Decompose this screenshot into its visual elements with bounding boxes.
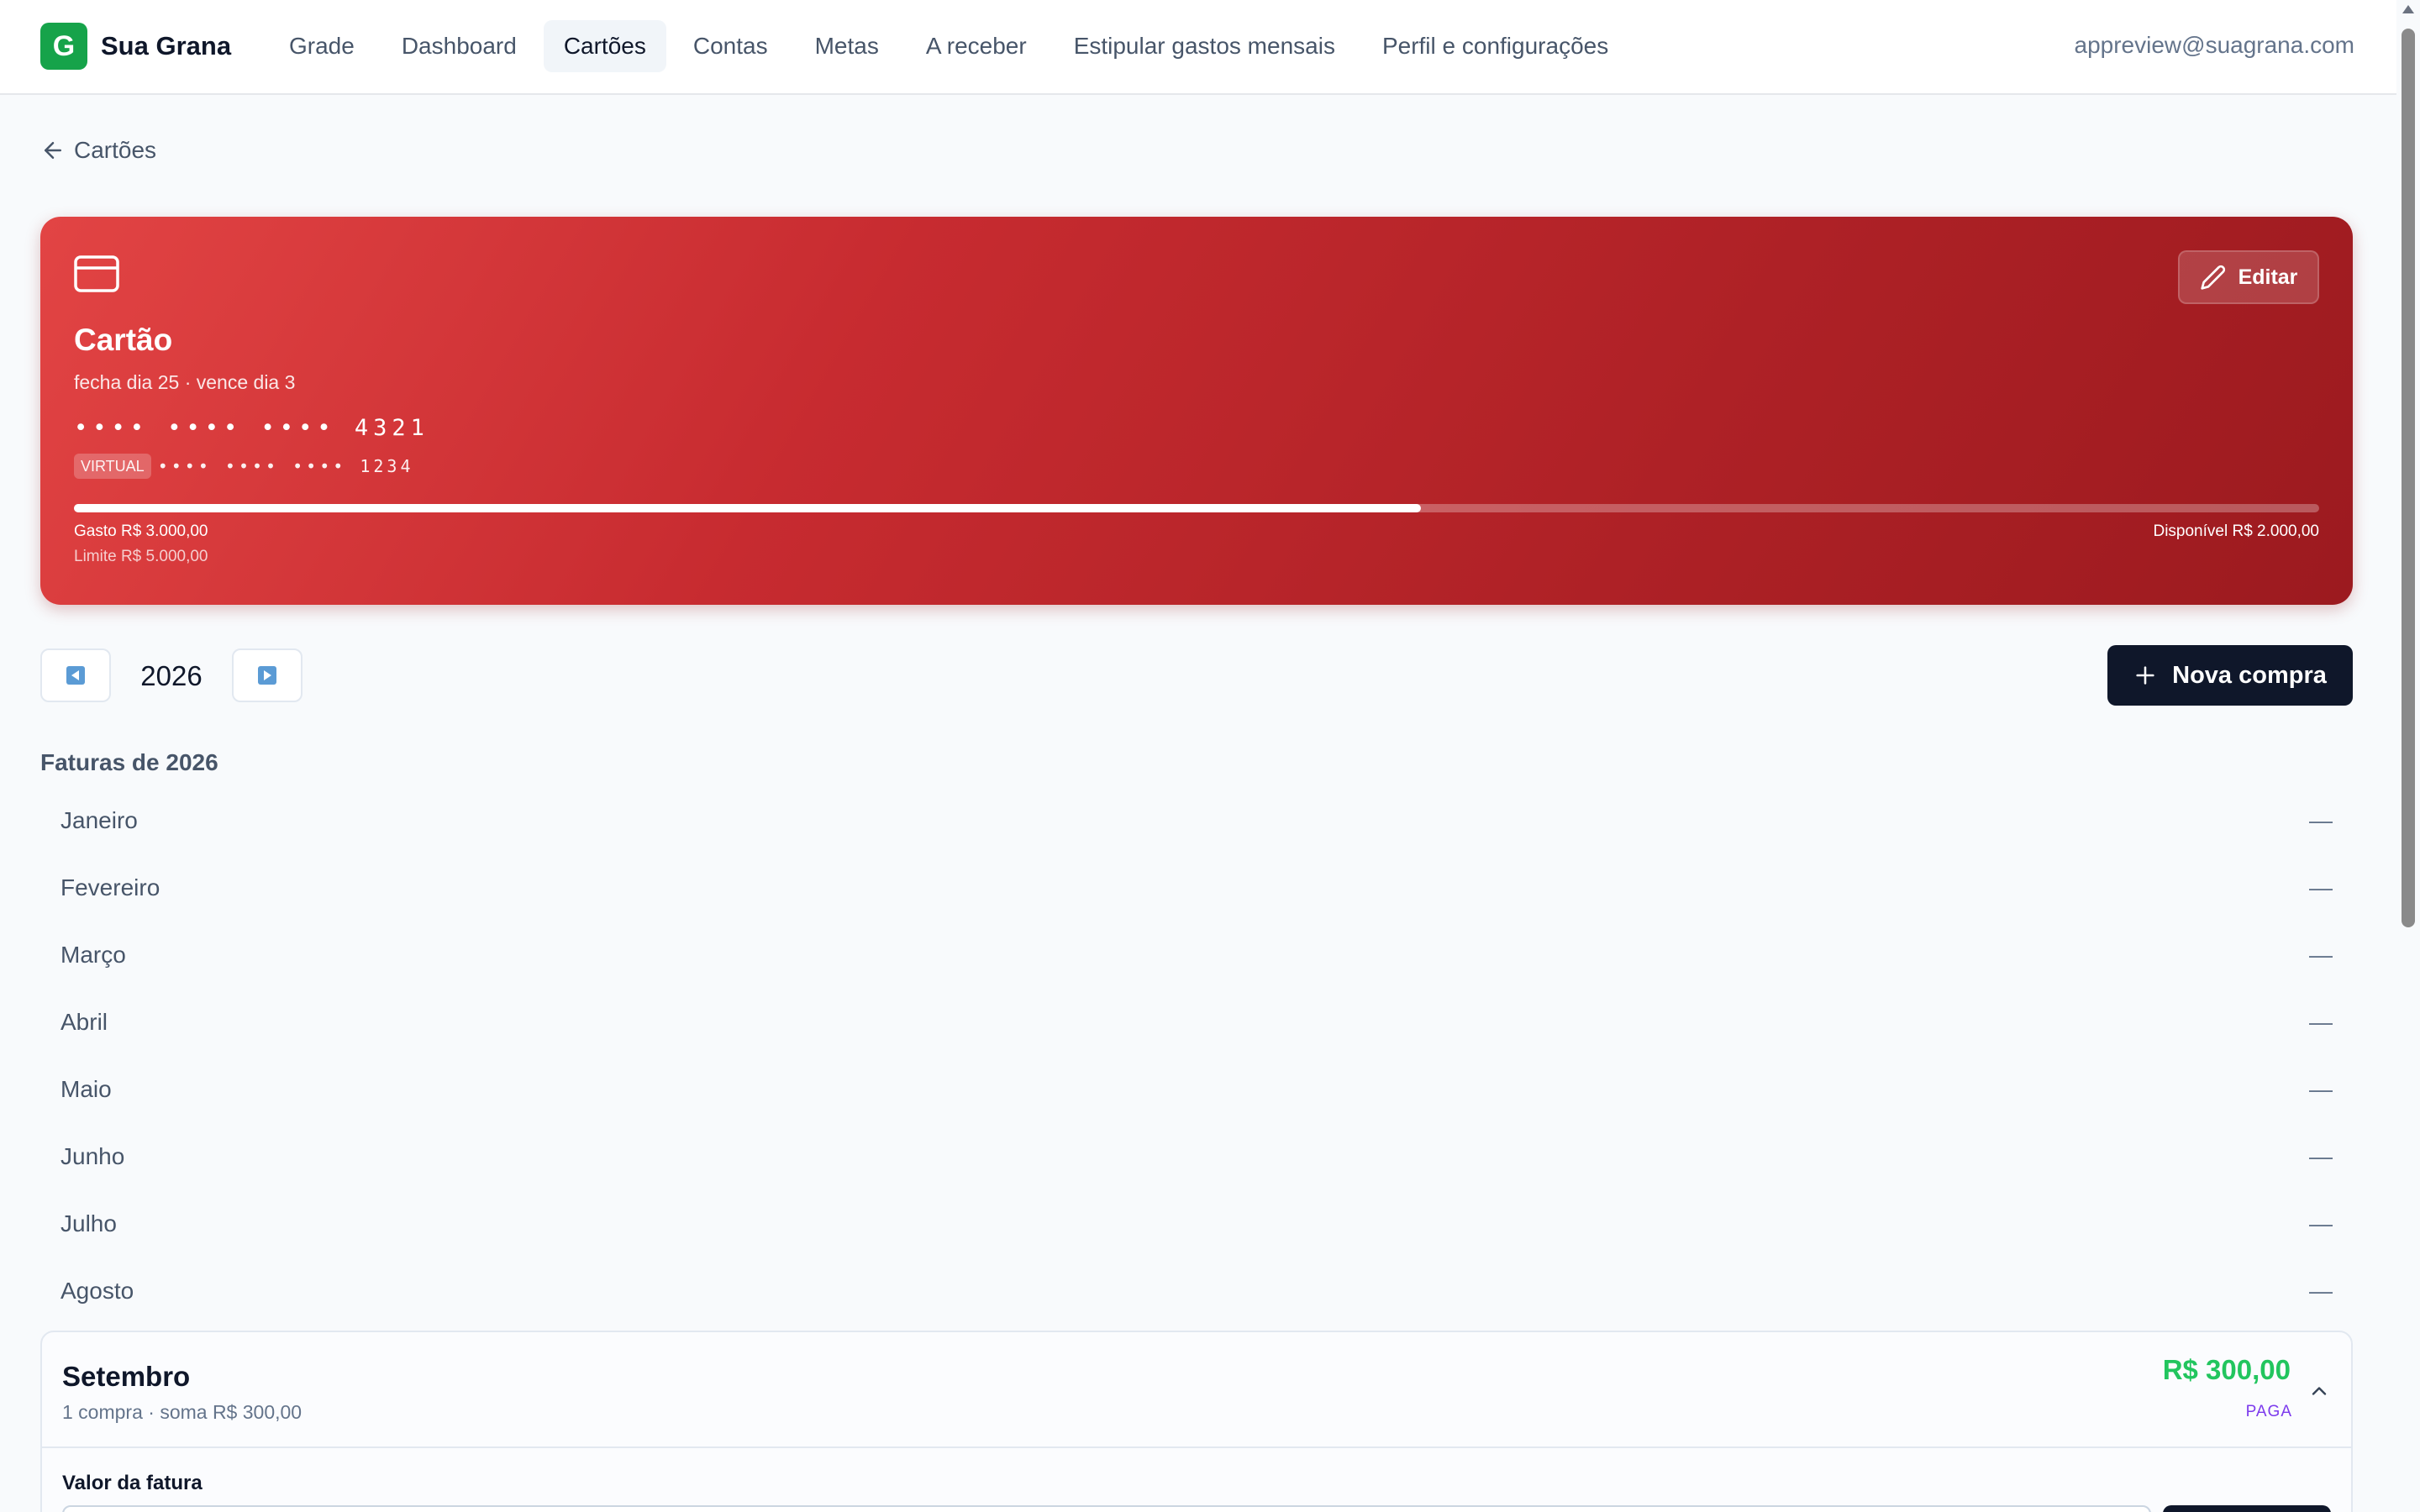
invoice-month-value: — <box>2309 1278 2333 1304</box>
page-scrollbar[interactable] <box>2396 0 2420 1512</box>
invoice-month-title: Setembro <box>62 1361 191 1392</box>
invoice-amount: R$ 300,00 <box>2162 1354 2291 1385</box>
invoice-value-label: Valor da fatura <box>62 1472 203 1494</box>
nav-item-dashboard[interactable]: Dashboard <box>381 20 537 72</box>
invoices-section-title: Faturas de 2026 <box>40 749 218 775</box>
invoice-row-julho[interactable]: Julho — <box>40 1190 2353 1257</box>
edit-card-label: Editar <box>2238 265 2298 289</box>
invoice-month-value: — <box>2309 1210 2333 1236</box>
brand[interactable]: G Sua Grana <box>40 23 231 70</box>
brand-logo: G <box>40 23 87 70</box>
nav-item-perfil[interactable]: Perfil e configurações <box>1362 20 1628 72</box>
credit-card-icon <box>74 255 119 292</box>
invoice-row-junho[interactable]: Junho — <box>40 1123 2353 1190</box>
invoice-month-value: — <box>2309 807 2333 833</box>
card-number: •••• •••• •••• 4321 <box>74 415 429 441</box>
main-nav: Grade Dashboard Cartões Contas Metas A r… <box>269 20 1635 72</box>
arrow-left-box-icon <box>66 666 85 685</box>
top-navigation-bar: G Sua Grana Grade Dashboard Cartões Cont… <box>0 0 2396 95</box>
invoice-month-name: Março <box>60 942 126 968</box>
invoice-row-agosto[interactable]: Agosto — <box>40 1257 2353 1325</box>
chevron-up-icon[interactable] <box>2307 1379 2331 1403</box>
nav-item-grade[interactable]: Grade <box>269 20 375 72</box>
scroll-thumb[interactable] <box>2402 29 2415 927</box>
invoice-row-marco[interactable]: Março — <box>40 921 2353 989</box>
brand-name: Sua Grana <box>101 31 232 60</box>
user-email[interactable]: appreview@suagrana.com <box>2075 32 2354 59</box>
invoice-month-name: Junho <box>60 1143 125 1169</box>
nav-item-contas[interactable]: Contas <box>673 20 788 72</box>
nav-item-cartoes[interactable]: Cartões <box>543 20 666 72</box>
nav-item-metas[interactable]: Metas <box>795 20 899 72</box>
invoice-row-abril[interactable]: Abril — <box>40 989 2353 1056</box>
nav-item-gastos-mensais[interactable]: Estipular gastos mensais <box>1054 20 1355 72</box>
edit-card-button[interactable]: Editar <box>2178 250 2319 304</box>
card-billing-cycle: fecha dia 25 · vence dia 3 <box>74 371 296 393</box>
selected-year: 2026 <box>140 660 203 691</box>
invoice-month-value: — <box>2309 1076 2333 1102</box>
nav-item-a-receber[interactable]: A receber <box>906 20 1047 72</box>
invoice-month-value: — <box>2309 1143 2333 1169</box>
invoice-row-fevereiro[interactable]: Fevereiro — <box>40 854 2353 921</box>
invoice-expanded-setembro: Setembro 1 compra · soma R$ 300,00 R$ 30… <box>40 1331 2353 1512</box>
page: G Sua Grana Grade Dashboard Cartões Cont… <box>0 0 2420 1512</box>
arrow-left-icon <box>45 142 61 159</box>
invoice-month-value: — <box>2309 874 2333 900</box>
arrow-right-box-icon <box>258 666 276 685</box>
available-amount: Disponível R$ 2.000,00 <box>2153 522 2319 540</box>
virtual-card-number: •••• •••• •••• 1234 <box>157 456 414 476</box>
invoice-month-name: Janeiro <box>60 807 138 833</box>
spent-amount: Gasto R$ 3.000,00 <box>74 522 208 540</box>
new-purchase-button[interactable]: Nova compra <box>2107 645 2353 706</box>
invoice-expanded-header[interactable]: Setembro 1 compra · soma R$ 300,00 R$ 30… <box>42 1332 2351 1448</box>
invoice-month-name: Fevereiro <box>60 874 160 900</box>
invoice-row-janeiro[interactable]: Janeiro — <box>40 787 2353 854</box>
invoice-month-name: Agosto <box>60 1278 134 1304</box>
invoice-status-badge: PAGA <box>2245 1403 2292 1420</box>
invoice-month-name: Maio <box>60 1076 112 1102</box>
back-link-label: Cartões <box>74 137 157 163</box>
invoice-month-name: Abril <box>60 1009 108 1035</box>
virtual-card-row: VIRTUAL •••• •••• •••• 1234 <box>74 454 413 479</box>
invoice-month-value: — <box>2309 1009 2333 1035</box>
scroll-up-arrow-icon[interactable] <box>2402 5 2414 13</box>
plus-icon <box>2136 666 2154 685</box>
back-link[interactable]: Cartões <box>40 137 156 164</box>
pencil-icon <box>2200 265 2225 290</box>
next-year-button[interactable] <box>232 648 302 702</box>
limit-usage-bar <box>74 504 2319 512</box>
previous-year-button[interactable] <box>40 648 111 702</box>
credit-card-summary: Editar Cartão fecha dia 25 · vence dia 3… <box>40 217 2353 605</box>
card-name: Cartão <box>74 323 173 357</box>
invoice-month-name: Julho <box>60 1210 117 1236</box>
invoice-summary: 1 compra · soma R$ 300,00 <box>62 1401 302 1423</box>
new-purchase-label: Nova compra <box>2172 661 2327 689</box>
invoice-value-save-button[interactable] <box>2163 1505 2331 1512</box>
limit-amount: Limite R$ 5.000,00 <box>74 548 208 565</box>
invoice-row-maio[interactable]: Maio — <box>40 1056 2353 1123</box>
invoice-month-value: — <box>2309 942 2333 968</box>
virtual-badge: VIRTUAL <box>74 454 151 479</box>
invoice-value-input[interactable] <box>62 1505 2151 1512</box>
limit-usage-fill <box>74 504 1422 512</box>
invoice-month-list: Janeiro — Fevereiro — Março — Abril — Ma… <box>40 787 2353 1325</box>
